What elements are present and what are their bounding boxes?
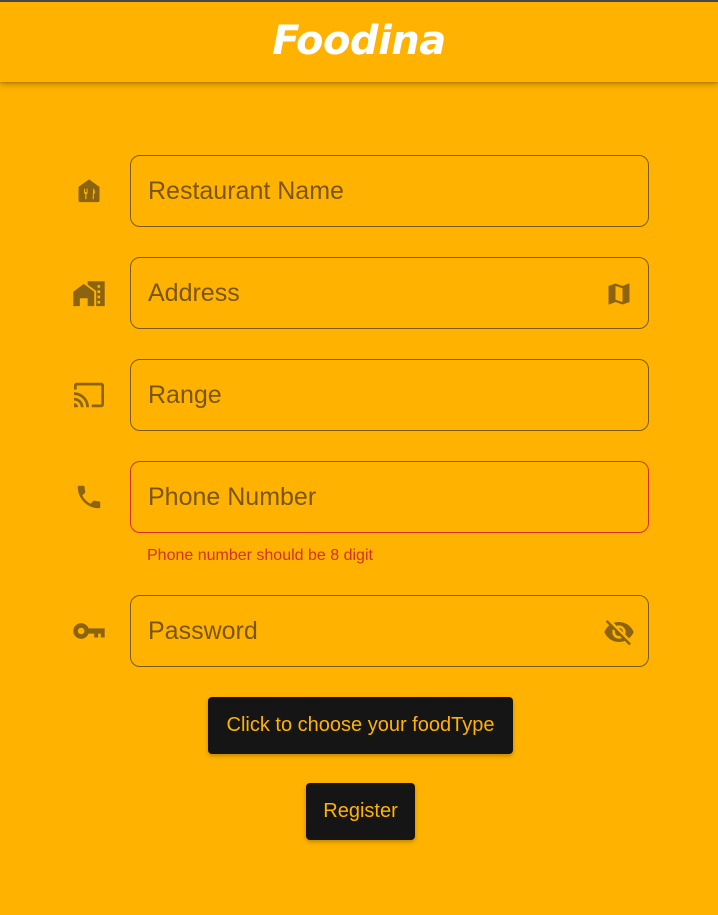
phone-input[interactable] — [131, 462, 571, 532]
home-work-icon — [71, 278, 107, 308]
restaurant-name-row — [0, 155, 718, 227]
password-input[interactable] — [131, 596, 571, 666]
range-field[interactable] — [130, 359, 649, 431]
password-field[interactable] — [130, 595, 649, 667]
address-row — [0, 257, 718, 329]
visibility-off-icon[interactable] — [602, 615, 636, 649]
restaurant-name-input[interactable] — [131, 156, 571, 226]
cast-icon — [71, 380, 107, 410]
phone-error-message: Phone number should be 8 digit — [147, 547, 373, 564]
range-row — [0, 359, 718, 431]
choose-food-type-button[interactable]: Click to choose your foodType — [208, 697, 513, 754]
phone-field[interactable] — [130, 461, 649, 533]
password-row — [0, 595, 718, 667]
phone-row: Phone number should be 8 digit — [0, 461, 718, 564]
address-input[interactable] — [131, 258, 571, 328]
app-title: Foodina — [272, 18, 446, 64]
map-icon[interactable] — [602, 277, 636, 311]
address-field[interactable] — [130, 257, 649, 329]
range-input[interactable] — [131, 360, 571, 430]
register-button[interactable]: Register — [306, 783, 415, 840]
storefront-icon — [71, 176, 107, 206]
restaurant-name-field[interactable] — [130, 155, 649, 227]
app-bar: Foodina — [0, 2, 718, 82]
key-icon — [71, 616, 107, 646]
phone-icon — [71, 482, 107, 512]
